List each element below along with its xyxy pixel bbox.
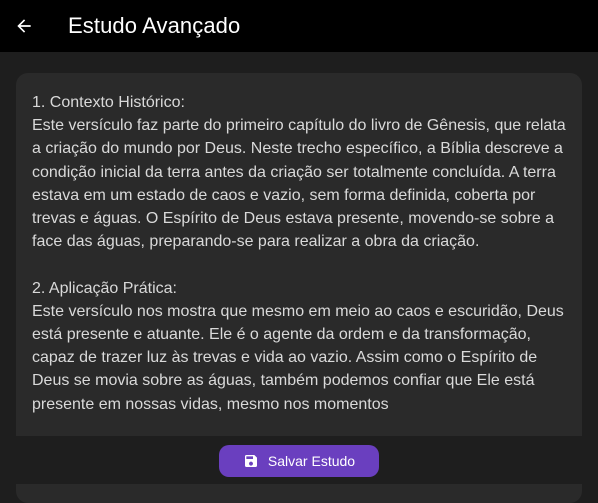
- study-text: 1. Contexto Histórico: Este versículo fa…: [32, 94, 566, 413]
- save-icon: [243, 453, 259, 469]
- save-study-button[interactable]: Salvar Estudo: [219, 445, 379, 477]
- save-study-label: Salvar Estudo: [267, 453, 356, 469]
- app-bar: Estudo Avançado: [0, 0, 598, 52]
- arrow-left-icon: [17, 19, 31, 33]
- back-button[interactable]: [0, 2, 48, 50]
- page-title: Estudo Avançado: [68, 13, 241, 38]
